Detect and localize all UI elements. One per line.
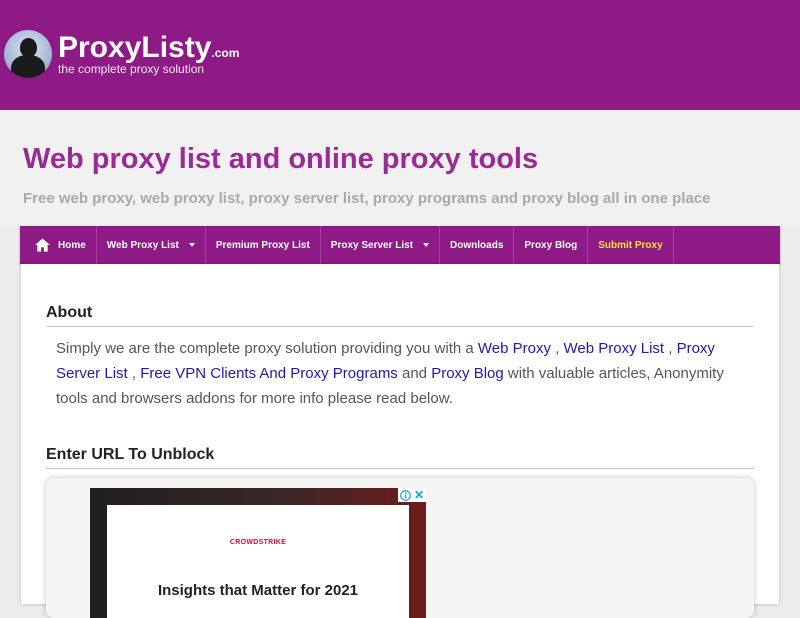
about-sep: , bbox=[127, 365, 141, 382]
about-sep: , bbox=[550, 340, 564, 357]
nav-submit-proxy-label: Submit Proxy bbox=[598, 239, 663, 251]
page-subtitle: Free web proxy, web proxy list, proxy se… bbox=[23, 190, 711, 207]
ad-controls: ✕ bbox=[398, 488, 426, 502]
logo-tagline: the complete proxy solution bbox=[58, 62, 205, 76]
about-paragraph: Simply we are the complete proxy solutio… bbox=[56, 336, 746, 411]
chevron-down-icon bbox=[188, 243, 195, 247]
nav-downloads[interactable]: Downloads bbox=[440, 226, 515, 264]
link-proxy-blog[interactable]: Proxy Blog bbox=[431, 365, 504, 382]
advertisement[interactable]: CROWDSTRIKE Insights that Matter for 202… bbox=[90, 488, 426, 618]
nav-premium-proxy-list-label: Premium Proxy List bbox=[215, 239, 310, 251]
unblock-panel: CROWDSTRIKE Insights that Matter for 202… bbox=[46, 478, 754, 618]
nav-proxy-server-list[interactable]: Proxy Server List bbox=[321, 226, 441, 264]
main-nav: Home Web Proxy List Premium Proxy List P… bbox=[20, 226, 780, 264]
ad-close-icon[interactable]: ✕ bbox=[412, 488, 426, 502]
nav-proxy-blog[interactable]: Proxy Blog bbox=[514, 226, 589, 264]
logo-brand-text: ProxyListy bbox=[58, 31, 212, 64]
nav-proxy-server-list-label: Proxy Server List bbox=[330, 239, 414, 251]
nav-web-proxy-list-label: Web Proxy List bbox=[106, 239, 179, 251]
about-sep: , bbox=[664, 340, 677, 357]
ad-card[interactable]: CROWDSTRIKE Insights that Matter for 202… bbox=[107, 505, 409, 618]
nav-home[interactable]: Home bbox=[20, 226, 97, 264]
about-heading: About bbox=[46, 304, 754, 327]
nav-proxy-blog-label: Proxy Blog bbox=[524, 239, 578, 251]
ad-info-icon[interactable] bbox=[398, 488, 412, 502]
nav-premium-proxy-list[interactable]: Premium Proxy List bbox=[206, 226, 321, 264]
link-web-proxy[interactable]: Web Proxy bbox=[478, 340, 551, 357]
unblock-heading: Enter URL To Unblock bbox=[46, 446, 754, 469]
nav-downloads-label: Downloads bbox=[450, 239, 504, 251]
nav-home-label: Home bbox=[58, 239, 86, 251]
chevron-down-icon bbox=[423, 243, 430, 247]
nav-web-proxy-list[interactable]: Web Proxy List bbox=[97, 226, 206, 264]
site-header-bar: ProxyListy.com the complete proxy soluti… bbox=[0, 0, 800, 110]
logo-avatar-icon bbox=[4, 30, 52, 78]
link-vpn-programs[interactable]: Free VPN Clients And Proxy Programs bbox=[140, 365, 398, 382]
home-icon bbox=[35, 238, 50, 252]
ad-headline: Insights that Matter for 2021 bbox=[157, 582, 359, 599]
site-logo[interactable]: ProxyListy.com the complete proxy soluti… bbox=[4, 30, 239, 78]
about-text-1: Simply we are the complete proxy solutio… bbox=[56, 340, 478, 357]
page-title: Web proxy list and online proxy tools bbox=[23, 143, 539, 175]
main-content: About Simply we are the complete proxy s… bbox=[21, 264, 779, 618]
logo-dotcom-text: .com bbox=[211, 46, 240, 60]
ad-logo: CROWDSTRIKE bbox=[229, 539, 287, 546]
about-text-and: and bbox=[397, 365, 432, 382]
link-web-proxy-list[interactable]: Web Proxy List bbox=[563, 340, 664, 357]
nav-submit-proxy[interactable]: Submit Proxy bbox=[588, 226, 674, 264]
